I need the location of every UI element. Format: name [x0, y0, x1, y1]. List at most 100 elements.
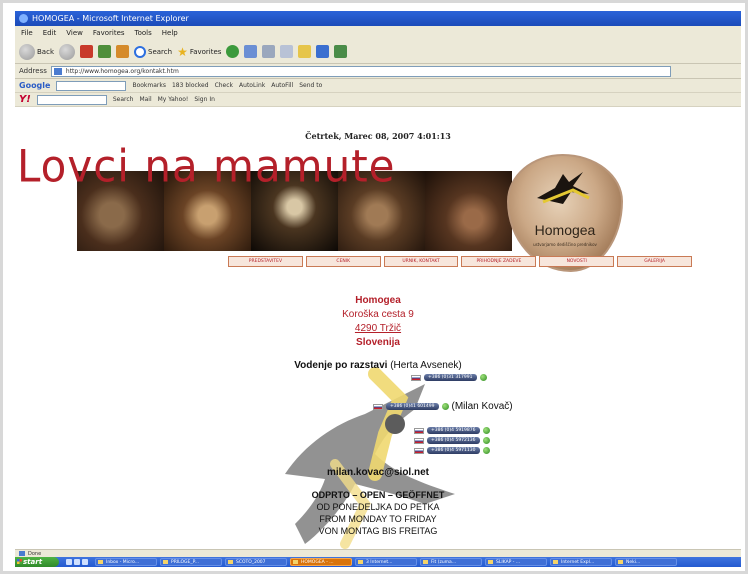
page-datetime: Četrtek, Marec 08, 2007 4:01:13	[305, 131, 451, 141]
task-button-active[interactable]: HOMOGEA - ...	[290, 558, 352, 566]
phone-number: +386 (0)4 5919876	[427, 427, 480, 434]
window-title: HOMOGEA - Microsoft Internet Explorer	[32, 14, 189, 23]
country: Slovenija	[356, 337, 400, 348]
menu-view[interactable]: View	[66, 26, 83, 40]
search-button[interactable]: Search	[134, 45, 172, 58]
quicklaunch-desktop-icon[interactable]	[74, 559, 80, 565]
back-arrow-icon	[19, 43, 35, 60]
opening-hours: ODPRTO – OPEN – GEÖFFNET OD PONEDELJKA D…	[15, 489, 741, 537]
task-button[interactable]: SCOTO_2007	[225, 558, 287, 566]
phone-number: +386 (0)4 5972136	[427, 437, 480, 444]
page-content: Četrtek, Marec 08, 2007 4:01:13 Lovci na…	[15, 128, 741, 549]
yahoo-myyahoo[interactable]: My Yahoo!	[158, 96, 189, 103]
nav-galerija[interactable]: GALERIJA	[617, 256, 692, 267]
ie-icon	[19, 14, 28, 23]
hunter-silhouette-icon	[537, 172, 590, 204]
caveman-photo	[425, 171, 512, 251]
nav-prihodnje-zadeve[interactable]: PRIHODNJE ZADEVE	[461, 256, 537, 267]
email-link[interactable]: milan.kovac@siol.net	[15, 467, 741, 478]
google-logo[interactable]: Google	[19, 81, 50, 90]
messenger-icon[interactable]	[316, 45, 330, 58]
refresh-icon[interactable]	[98, 45, 111, 58]
google-autofill[interactable]: AutoFill	[271, 82, 293, 89]
star-icon: ★	[177, 44, 188, 59]
hours-line-de: VON MONTAG BIS FREITAG	[318, 526, 438, 536]
google-check[interactable]: Check	[215, 82, 233, 89]
yahoo-mail[interactable]: Mail	[139, 96, 151, 103]
stop-icon[interactable]	[80, 45, 93, 58]
forward-button[interactable]	[59, 43, 75, 60]
call-icon[interactable]	[479, 374, 487, 381]
banner-title: Lovci na mamute	[17, 140, 396, 193]
nav-urnik-kontakt[interactable]: URNIK, KONTAKT	[383, 256, 459, 267]
homogea-logo[interactable]: Homogea ustvarjamo dediščino prednikov	[507, 154, 623, 272]
menu-bar: File Edit View Favorites Tools Help	[15, 26, 741, 40]
task-button[interactable]: SLIKAP - ...	[485, 558, 547, 566]
slovenia-flag-icon	[414, 447, 424, 454]
google-autolink[interactable]: AutoLink	[239, 82, 265, 89]
phone-milan[interactable]: +386 (0)41 601499 (Milan Kovač)	[373, 401, 513, 412]
menu-file[interactable]: File	[21, 26, 33, 40]
call-icon[interactable]	[482, 437, 490, 444]
call-icon[interactable]	[482, 427, 490, 434]
phone-row-1[interactable]: +386 (0)4 5919876	[414, 427, 490, 434]
google-send[interactable]: Send to	[299, 82, 322, 89]
call-icon[interactable]	[441, 403, 449, 410]
phone-row-2[interactable]: +386 (0)4 5972136	[414, 437, 490, 444]
favorites-button[interactable]: ★ Favorites	[177, 45, 221, 59]
status-bar: Done	[15, 549, 741, 557]
task-button[interactable]: Fit (zuma...	[420, 558, 482, 566]
yahoo-search-input[interactable]	[36, 94, 107, 105]
google-toolbar: Google Bookmarks 183 blocked Check AutoL…	[15, 79, 741, 93]
phone-row-3[interactable]: +386 (0)4 5971130	[414, 447, 490, 454]
yahoo-logo[interactable]: Y!	[19, 94, 31, 105]
menu-edit[interactable]: Edit	[43, 26, 57, 40]
media-icon[interactable]	[226, 45, 240, 58]
start-button[interactable]: start	[15, 557, 59, 567]
nav-novosti[interactable]: NOVOSTI	[539, 256, 615, 267]
quicklaunch-ie-icon[interactable]	[66, 559, 72, 565]
quicklaunch-mail-icon[interactable]	[82, 559, 88, 565]
call-icon[interactable]	[482, 447, 490, 454]
slovenia-flag-icon	[411, 374, 421, 381]
nav-cenik[interactable]: CENIK	[305, 256, 381, 267]
standard-toolbar: Back Search ★ Favorites	[15, 40, 741, 64]
back-button[interactable]: Back	[19, 43, 54, 60]
main-nav: PREDSTAVITEV CENIK URNIK, KONTAKT PRIHOD…	[228, 256, 692, 267]
hours-title: ODPRTO – OPEN – GEÖFFNET	[311, 490, 445, 500]
nav-predstavitev[interactable]: PREDSTAVITEV	[228, 256, 303, 267]
task-button[interactable]: Neki...	[615, 558, 677, 566]
google-bookmarks[interactable]: Bookmarks	[132, 82, 166, 89]
logo-name: Homogea	[534, 222, 596, 238]
google-popups[interactable]: 183 blocked	[172, 82, 209, 89]
yahoo-search-button[interactable]: Search	[113, 96, 134, 103]
google-search-input[interactable]	[56, 80, 127, 91]
logo-subtitle: ustvarjamo dediščino prednikov	[533, 242, 597, 247]
guided-tour-person: (Herta Avsenek)	[390, 360, 462, 371]
task-button[interactable]: Inbox - Micro...	[95, 558, 157, 566]
task-button[interactable]: PRILOGE_P...	[160, 558, 222, 566]
phone-herta[interactable]: +386 (0)31 317991	[411, 374, 487, 381]
guided-tour-line: Vodenje po razstavi (Herta Avsenek)	[15, 360, 741, 371]
address-bar: Address http://www.homogea.org/kontakt.h…	[15, 64, 741, 79]
hours-line-sl: OD PONEDELJKA DO PETKA	[316, 502, 440, 512]
title-bar[interactable]: HOMOGEA - Microsoft Internet Explorer	[15, 11, 741, 26]
task-button[interactable]: Internet Expl...	[550, 558, 612, 566]
phone-number: +386 (0)4 5971130	[427, 447, 480, 454]
yahoo-toolbar: Y! Search Mail My Yahoo! Sign In	[15, 93, 741, 107]
address-input[interactable]: http://www.homogea.org/kontakt.htm	[50, 65, 671, 77]
city-link[interactable]: 4290 Tržič	[15, 322, 741, 336]
folder-icon[interactable]	[298, 45, 312, 58]
menu-favorites[interactable]: Favorites	[93, 26, 125, 40]
home-icon[interactable]	[116, 45, 129, 58]
hours-line-en: FROM MONDAY TO FRIDAY	[319, 514, 437, 524]
task-button[interactable]: 3 Internet...	[355, 558, 417, 566]
history-icon[interactable]	[244, 45, 258, 58]
yahoo-signin[interactable]: Sign In	[194, 96, 215, 103]
print-icon[interactable]	[280, 45, 294, 58]
menu-help[interactable]: Help	[162, 26, 178, 40]
plugin-icon[interactable]	[334, 45, 348, 58]
menu-tools[interactable]: Tools	[135, 26, 152, 40]
mail-icon[interactable]	[262, 45, 276, 58]
milan-name: (Milan Kovač)	[451, 401, 513, 412]
